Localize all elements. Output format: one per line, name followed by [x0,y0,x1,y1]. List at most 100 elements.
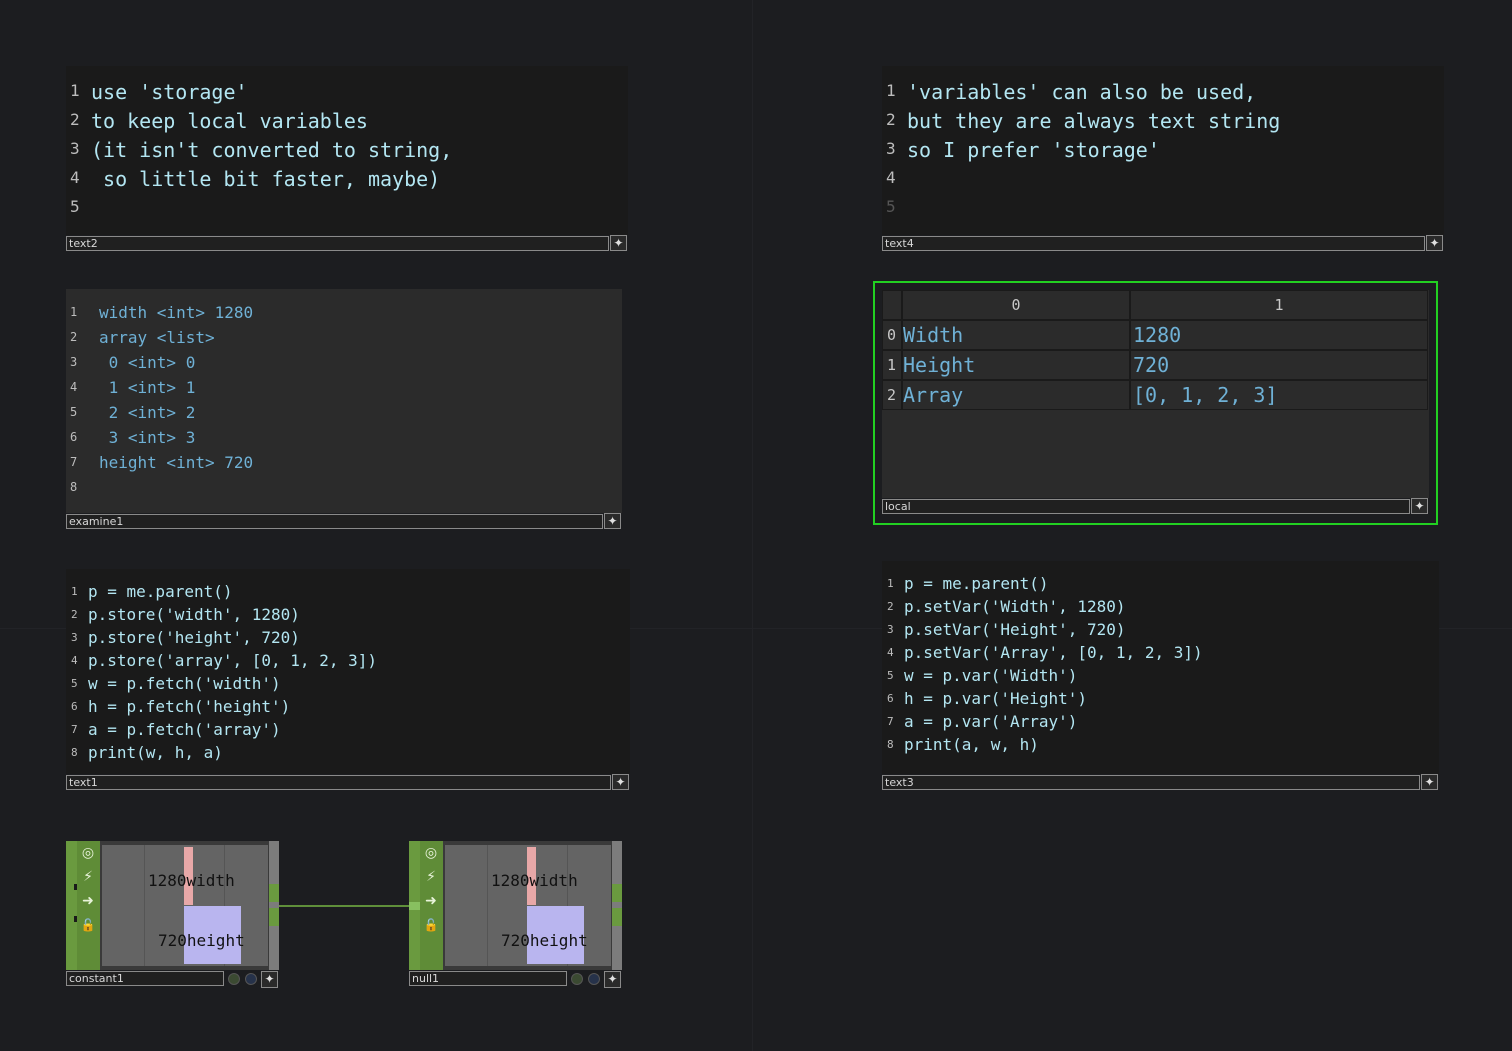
code-line: a = p.fetch('array') [88,720,281,739]
node-name-local[interactable]: local [882,499,1410,514]
code-line: array <list> [99,328,215,347]
arrow-icon[interactable]: ➜ [79,892,97,910]
node-name-text3[interactable]: text3 [882,775,1420,790]
plus-sparkle-icon[interactable]: ✦ [612,774,629,790]
node-name-text4[interactable]: text4 [882,236,1425,251]
line-number: 5 [71,677,78,690]
graph-icon[interactable]: ⚡ [79,868,97,886]
line-number: 2 [70,330,78,344]
node-name-text2[interactable]: text2 [66,236,609,251]
node-name-null1[interactable]: null1 [409,971,567,986]
line-number: 1 [887,577,894,590]
channel-name: height [186,931,245,950]
display-flag-icon[interactable] [588,973,600,985]
plus-sparkle-icon[interactable]: ✦ [610,235,627,251]
row-index: 1 [882,350,902,380]
table-cell[interactable]: Array [902,380,1130,410]
code-line: 'variables' can also be used, [907,80,1257,104]
code-line: 0 <int> 0 [99,353,196,372]
code-line: to keep local variables [91,109,368,133]
node-name-examine1[interactable]: examine1 [66,514,603,529]
line-number: 2 [887,600,894,613]
code-line: width <int> 1280 [99,303,254,322]
plus-sparkle-icon[interactable]: ✦ [1426,235,1443,251]
channel-name: width [529,871,578,890]
line-number-gutter: 1 2 3 4 5 [66,66,86,235]
lock-icon[interactable]: 🔓 [79,916,97,934]
line-number: 2 [886,110,896,129]
line-number: 6 [70,430,78,444]
node-name-text1[interactable]: text1 [66,775,611,790]
line-number: 1 [70,305,78,319]
code-line: so I prefer 'storage' [907,138,1160,162]
output-connector[interactable] [269,884,279,902]
eye-icon[interactable]: ◎ [79,844,97,862]
line-number: 3 [887,623,894,636]
connection-wire[interactable] [278,905,410,907]
code-line: height <int> 720 [99,453,254,472]
local-table-viewer[interactable]: 0 1 0 Width 1280 1 Height 720 2 Array [0… [882,290,1429,498]
line-number: 6 [71,700,78,713]
plus-sparkle-icon[interactable]: ✦ [1421,774,1438,790]
line-number: 3 [886,139,896,158]
channel-value: 720 [158,931,187,950]
line-number: 7 [71,723,78,736]
line-number: 5 [70,197,80,216]
text2-viewer[interactable]: 1 2 3 4 5 use 'storage' to keep local va… [66,66,628,235]
line-number: 2 [71,608,78,621]
line-number: 4 [70,380,78,394]
code-line: 3 <int> 3 [99,428,196,447]
code-line: 2 <int> 2 [99,403,196,422]
lock-icon[interactable]: 🔓 [422,916,440,934]
null1-node[interactable]: ◎ ⚡ ➜ 🔓 1280width 720height [409,841,622,970]
plus-sparkle-icon[interactable]: ✦ [261,971,278,988]
line-number: 8 [887,738,894,751]
input-connector[interactable] [409,902,420,910]
channel-label-height: 720height [158,931,245,950]
code-line: print(a, w, h) [904,735,1039,754]
column-header[interactable]: 0 [902,290,1130,320]
channel-value: 1280 [148,871,187,890]
channel-viewer[interactable]: 1280width 720height [445,845,611,966]
channel-label-height: 720height [501,931,588,950]
arrow-icon[interactable]: ➜ [422,892,440,910]
code-line: p.setVar('Height', 720) [904,620,1126,639]
table-cell[interactable]: Width [902,320,1130,350]
plus-sparkle-icon[interactable]: ✦ [604,971,621,988]
output-connector[interactable] [612,884,622,902]
node-name-constant1[interactable]: constant1 [66,971,224,986]
cook-flag-icon[interactable] [228,973,240,985]
output-connector[interactable] [612,908,622,926]
channel-label-width: 1280width [148,871,235,890]
text1-viewer[interactable]: 1 2 3 4 5 6 7 8 p = me.parent() p.store(… [66,569,630,774]
constant1-node[interactable]: ◎ ⚡ ➜ 🔓 1280width 720height [66,841,279,970]
line-number: 2 [70,110,80,129]
table-cell[interactable]: 1280 [1130,320,1428,350]
examine1-viewer[interactable]: 1 2 3 4 5 6 7 8 width <int> 1280 array <… [66,289,622,513]
table-cell[interactable]: Height [902,350,1130,380]
channel-viewer[interactable]: 1280width 720height [102,845,268,966]
table-cell[interactable]: [0, 1, 2, 3] [1130,380,1428,410]
text4-viewer[interactable]: 1 2 3 4 5 'variables' can also be used, … [882,66,1444,235]
line-number: 1 [71,585,78,598]
code-line: p.store('array', [0, 1, 2, 3]) [88,651,377,670]
table-cell[interactable]: 720 [1130,350,1428,380]
cook-flag-icon[interactable] [571,973,583,985]
input-strip [66,841,77,970]
code-text: width <int> 1280 array <list> 0 <int> 0 … [99,289,622,513]
column-header[interactable]: 1 [1130,290,1428,320]
row-index: 0 [882,320,902,350]
text3-viewer[interactable]: 1 2 3 4 5 6 7 8 p = me.parent() p.setVar… [882,561,1439,774]
graph-icon[interactable]: ⚡ [422,868,440,886]
line-number-gutter: 1 2 3 4 5 [882,66,902,235]
code-text: p = me.parent() p.setVar('Width', 1280) … [904,561,1439,774]
line-number: 3 [70,355,78,369]
code-line: a = p.var('Array') [904,712,1078,731]
plus-sparkle-icon[interactable]: ✦ [604,513,621,529]
line-number: 5 [887,669,894,682]
plus-sparkle-icon[interactable]: ✦ [1411,498,1428,514]
display-flag-icon[interactable] [245,973,257,985]
line-number: 4 [886,168,896,187]
output-connector[interactable] [269,908,279,926]
eye-icon[interactable]: ◎ [422,844,440,862]
